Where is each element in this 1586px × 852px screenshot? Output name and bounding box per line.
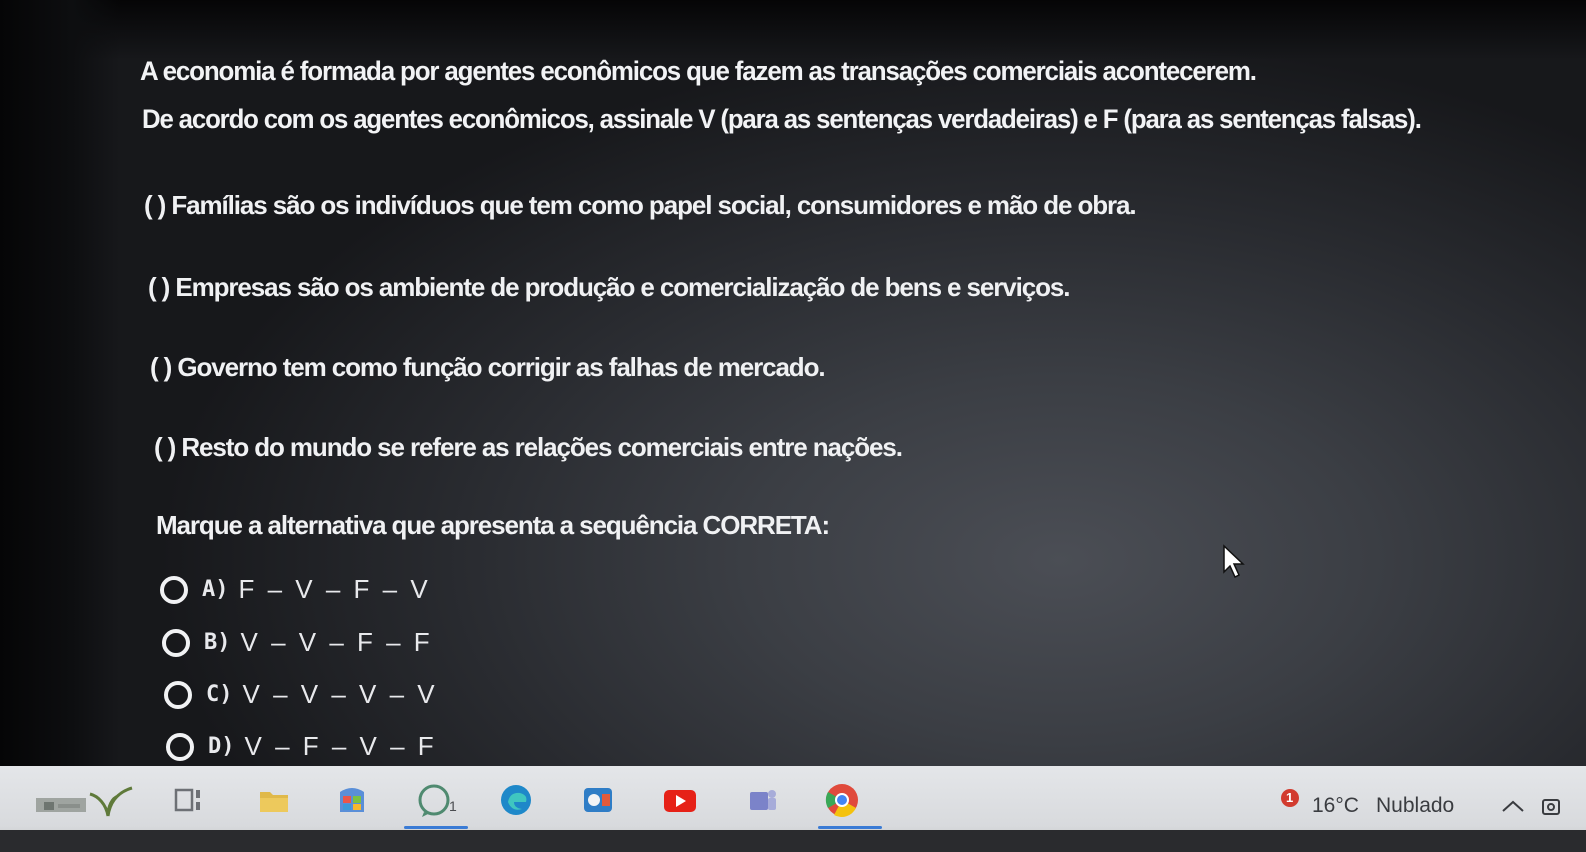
chrome-icon[interactable] bbox=[824, 782, 860, 818]
option-a[interactable]: A) F – V – F – V bbox=[160, 574, 431, 605]
option-b[interactable]: B) V – V – F – F bbox=[162, 627, 433, 658]
mouse-pointer-icon bbox=[1223, 544, 1245, 579]
edge-browser-icon[interactable] bbox=[498, 782, 534, 818]
alert-badge-count: 1 bbox=[1286, 790, 1294, 805]
option-b-sequence: V – V – F – F bbox=[240, 627, 433, 657]
option-c[interactable]: C) V – V – V – V bbox=[164, 679, 438, 710]
statement-governo: ( ) Governo tem como função corrigir as … bbox=[150, 352, 826, 382]
plant-icon[interactable] bbox=[88, 782, 134, 818]
widgets-landscape-icon[interactable] bbox=[36, 780, 86, 816]
question-line-1: A economia é formada por agentes econômi… bbox=[140, 56, 1257, 86]
answer-prompt: Marque a alternativa que apresenta a seq… bbox=[156, 510, 830, 540]
option-c-sequence: V – V – V – V bbox=[242, 679, 438, 709]
taskbar-shadow bbox=[0, 830, 1586, 852]
whatsapp-badge-count: 1 bbox=[449, 798, 457, 814]
statement-resto-do-mundo: ( ) Resto do mundo se refere as relações… bbox=[154, 432, 903, 462]
weather-label[interactable]: Nublado bbox=[1376, 794, 1454, 818]
whatsapp-active-indicator bbox=[404, 826, 468, 829]
option-d-sequence: V – F – V – F bbox=[244, 731, 437, 761]
file-explorer-icon[interactable] bbox=[256, 782, 292, 818]
chevron-up-icon[interactable] bbox=[1500, 798, 1526, 814]
radio-button-a[interactable] bbox=[160, 575, 188, 604]
office-icon[interactable] bbox=[580, 782, 616, 818]
option-b-letter: B) bbox=[204, 630, 231, 655]
radio-button-d[interactable] bbox=[166, 732, 194, 761]
statement-empresas: ( ) Empresas são os ambiente de produção… bbox=[148, 272, 1070, 302]
screen: A economia é formada por agentes econômi… bbox=[0, 0, 1586, 852]
radio-button-b[interactable] bbox=[162, 628, 190, 657]
option-d[interactable]: D) V – F – V – F bbox=[166, 731, 437, 762]
camera-icon[interactable] bbox=[1540, 794, 1566, 820]
option-c-letter: C) bbox=[206, 682, 233, 707]
youtube-icon[interactable] bbox=[662, 782, 698, 818]
question-line-2: De acordo com os agentes econômicos, ass… bbox=[142, 104, 1422, 134]
temperature-label[interactable]: 16°C bbox=[1312, 794, 1359, 818]
teams-icon[interactable] bbox=[744, 782, 780, 818]
statement-familias: ( ) Famílias são os indivíduos que tem c… bbox=[144, 190, 1137, 220]
option-a-letter: A) bbox=[202, 577, 229, 602]
radio-button-c[interactable] bbox=[164, 680, 192, 709]
option-d-letter: D) bbox=[208, 734, 235, 759]
microsoft-store-icon[interactable] bbox=[334, 782, 370, 818]
chrome-active-indicator bbox=[818, 826, 882, 829]
quiz-content: A economia é formada por agentes econômi… bbox=[0, 0, 1586, 770]
task-view-icon[interactable] bbox=[170, 782, 206, 818]
option-a-sequence: F – V – F – V bbox=[238, 574, 431, 604]
